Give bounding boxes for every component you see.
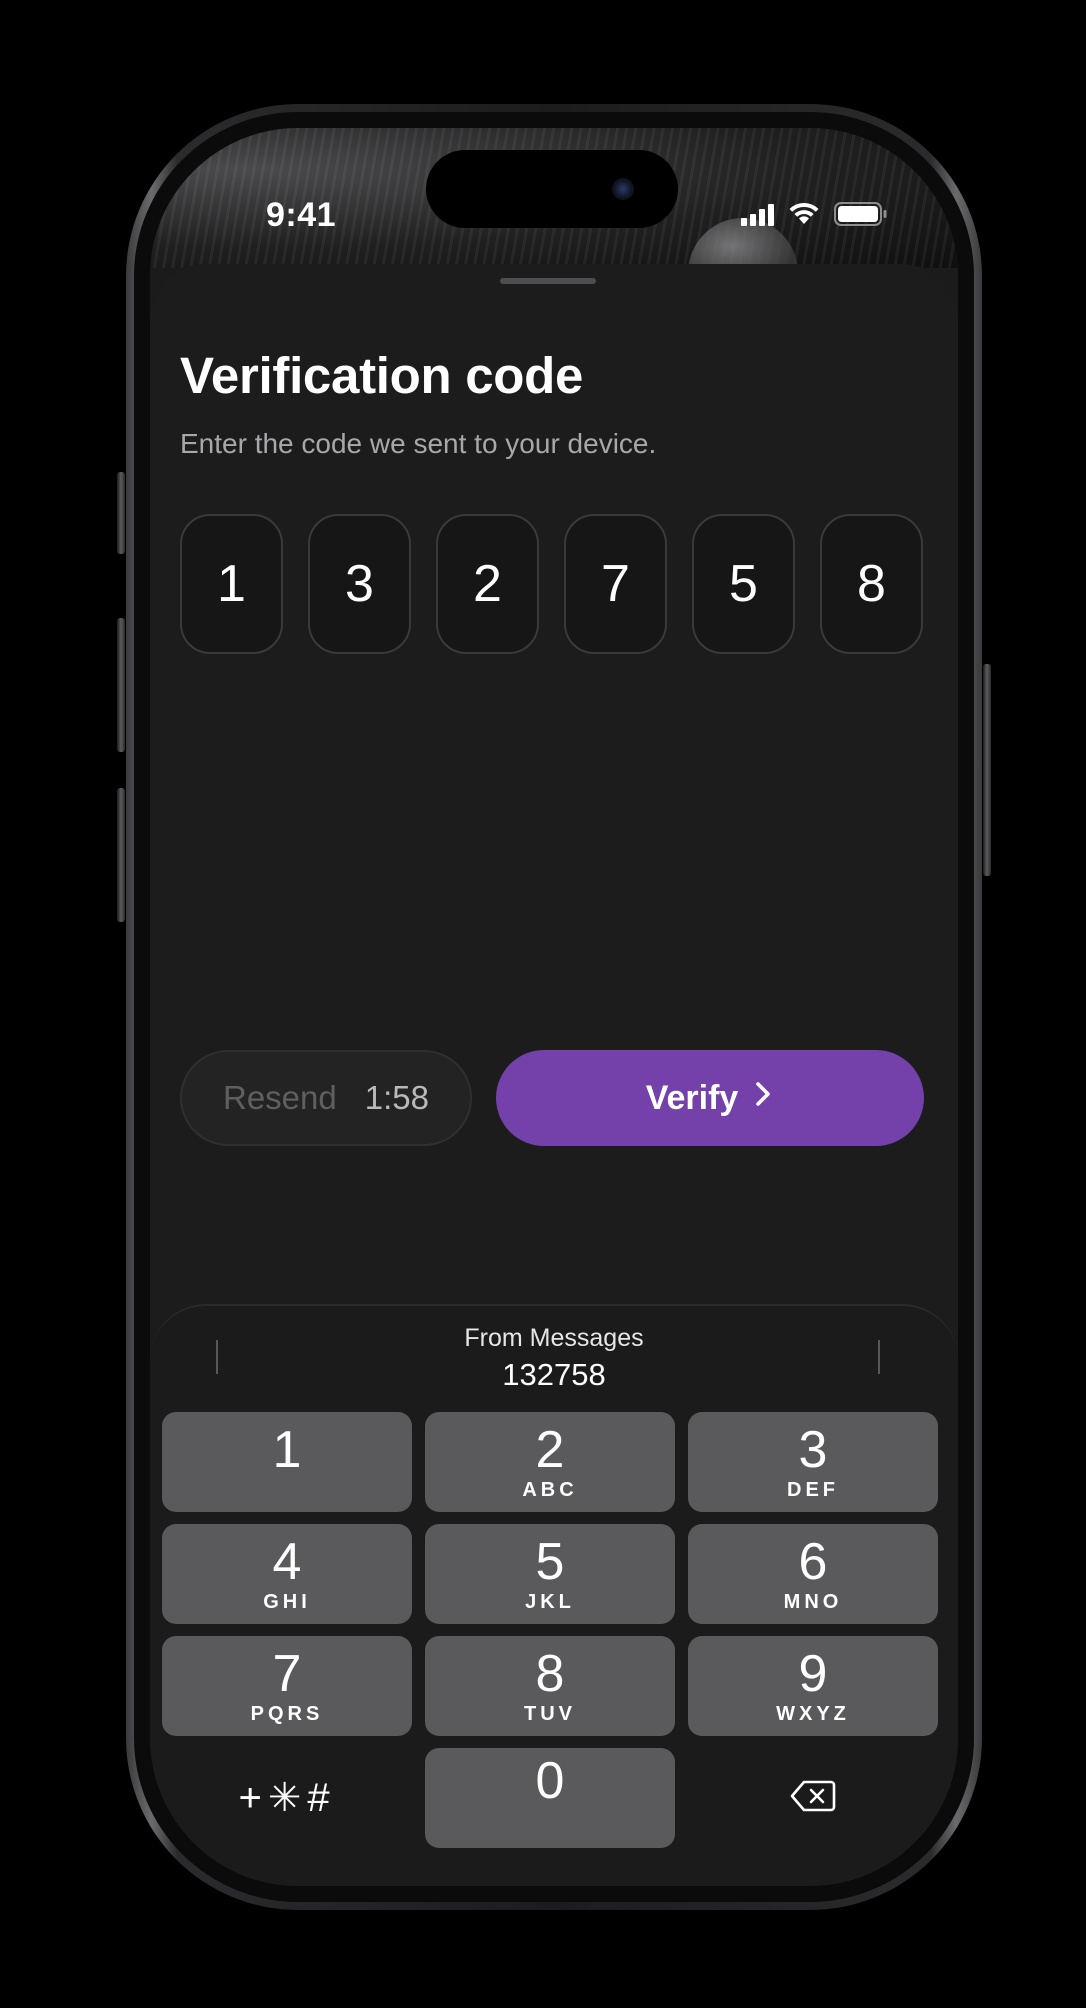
key-digit: 9 [798, 1645, 828, 1703]
key-6[interactable]: 6 MNO [688, 1524, 938, 1624]
phone-bezel: 9:41 Verification code Enter the code we… [134, 112, 974, 1902]
key-letters: GHI [263, 1591, 311, 1613]
volume-up-button [117, 618, 125, 752]
numeric-keyboard: From Messages 132758 1 2 ABC 3 DEF 4 GHI… [150, 1304, 958, 1886]
key-9[interactable]: 9 WXYZ [688, 1636, 938, 1736]
key-digit: 3 [798, 1421, 828, 1479]
chevron-right-icon [752, 1079, 774, 1118]
suggestion-code: 132758 [502, 1357, 606, 1392]
key-letters: TUV [524, 1703, 576, 1725]
symbols-key[interactable]: +✳# [162, 1748, 412, 1848]
backspace-icon [790, 1779, 836, 1818]
key-1[interactable]: 1 [162, 1412, 412, 1512]
key-letters: MNO [783, 1591, 843, 1613]
verify-button[interactable]: Verify [496, 1050, 924, 1146]
key-3[interactable]: 3 DEF [688, 1412, 938, 1512]
key-letters: ABC [522, 1479, 578, 1501]
autofill-suggestion-bar: From Messages 132758 [150, 1306, 958, 1398]
code-digit-1[interactable]: 1 [180, 514, 283, 654]
wifi-icon [788, 202, 820, 226]
key-digit: 0 [535, 1752, 565, 1810]
key-8[interactable]: 8 TUV [425, 1636, 675, 1736]
resend-timer: 1:58 [364, 1079, 429, 1116]
power-button [983, 664, 991, 876]
key-digit: 6 [798, 1533, 828, 1591]
code-input[interactable]: 1 3 2 7 5 8 [180, 514, 923, 654]
code-digit-2[interactable]: 3 [308, 514, 411, 654]
key-5[interactable]: 5 JKL [425, 1524, 675, 1624]
code-digit-3[interactable]: 2 [436, 514, 539, 654]
dynamic-island [426, 150, 678, 228]
keypad: 1 2 ABC 3 DEF 4 GHI 5 JKL 6 MNO 7 PQRS 8… [162, 1412, 940, 1848]
resend-button[interactable]: Resend 1:58 [180, 1050, 472, 1146]
code-digit-4[interactable]: 7 [564, 514, 667, 654]
key-digit: 8 [535, 1645, 565, 1703]
key-letters: PQRS [250, 1703, 324, 1725]
status-time: 9:41 [266, 196, 337, 234]
actions-row: Resend 1:58 Verify [180, 1050, 924, 1146]
key-letters: JKL [525, 1591, 575, 1613]
page-subtitle: Enter the code we sent to your device. [180, 428, 657, 459]
page-title: Verification code [180, 347, 584, 404]
key-2[interactable]: 2 ABC [425, 1412, 675, 1512]
symbols-label: +✳# [238, 1776, 336, 1820]
verification-sheet: Verification code Enter the code we sent… [150, 264, 958, 1886]
suggestion-divider-right [878, 1340, 880, 1374]
key-digit: 4 [272, 1533, 302, 1591]
battery-icon [834, 202, 888, 226]
key-digit: 2 [535, 1421, 565, 1479]
key-0[interactable]: 0 [425, 1748, 675, 1848]
screen: 9:41 Verification code Enter the code we… [150, 128, 958, 1886]
code-digit-6[interactable]: 8 [820, 514, 923, 654]
action-button [117, 472, 125, 554]
resend-label: Resend [223, 1079, 337, 1116]
cellular-signal-icon [741, 204, 774, 226]
delete-key[interactable] [688, 1748, 938, 1848]
status-bar: 9:41 [150, 128, 958, 238]
volume-down-button [117, 788, 125, 922]
key-digit: 1 [272, 1421, 302, 1479]
phone-frame: 9:41 Verification code Enter the code we… [126, 104, 982, 1910]
autofill-code-suggestion[interactable]: From Messages 132758 [150, 1324, 958, 1393]
key-7[interactable]: 7 PQRS [162, 1636, 412, 1736]
key-4[interactable]: 4 GHI [162, 1524, 412, 1624]
front-camera-icon [612, 178, 634, 200]
key-digit: 7 [272, 1645, 302, 1703]
key-letters: DEF [787, 1479, 839, 1501]
key-letters: WXYZ [776, 1703, 850, 1725]
suggestion-source: From Messages [464, 1324, 644, 1352]
sheet-grabber[interactable] [500, 278, 596, 284]
verify-label: Verify [645, 1078, 739, 1117]
key-digit: 5 [535, 1533, 565, 1591]
code-digit-5[interactable]: 5 [692, 514, 795, 654]
status-icons [741, 202, 888, 226]
